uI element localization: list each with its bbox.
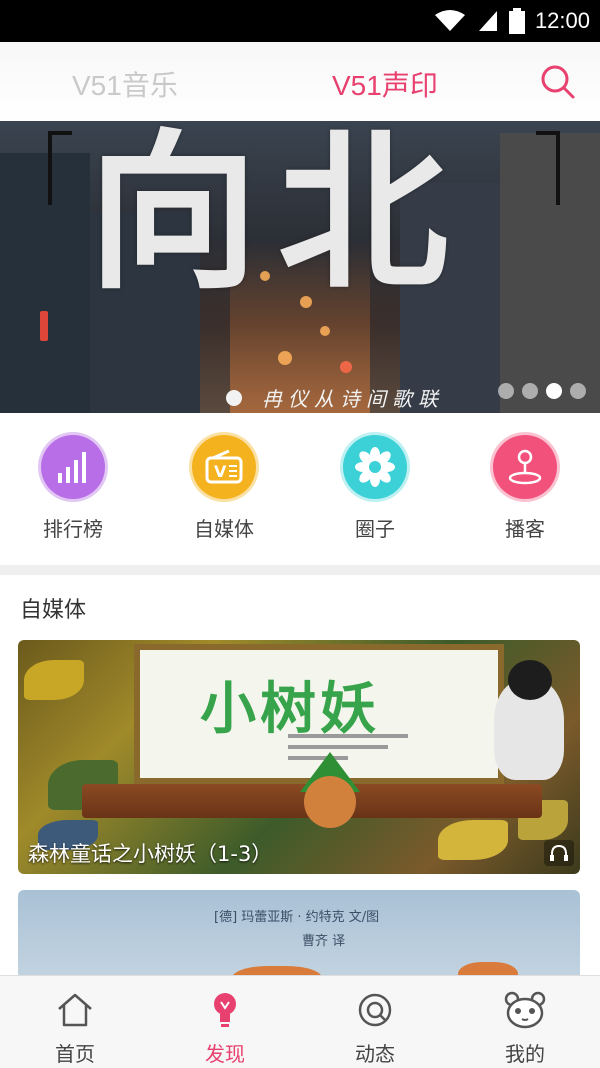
- pager-dot[interactable]: [498, 383, 514, 399]
- panda-face-icon: [504, 991, 546, 1029]
- top-header: V51音乐 V51声印: [0, 42, 600, 122]
- tab-v51-music[interactable]: V51音乐: [72, 64, 178, 104]
- lightbulb-icon: [214, 993, 236, 1027]
- category-label: 圈子: [355, 517, 395, 541]
- wifi-icon: [434, 10, 465, 31]
- category-podcast[interactable]: 播客: [465, 435, 585, 542]
- banner-pager: [498, 383, 586, 399]
- category-ranking[interactable]: 排行榜: [13, 435, 133, 542]
- status-time: 12:00: [534, 8, 590, 33]
- chart-bars-icon: [41, 435, 105, 499]
- tab-v51-voiceprint[interactable]: V51声印: [332, 64, 438, 104]
- card-author-line: [德] 玛蕾亚斯 · 约特克 文/图: [214, 910, 380, 925]
- category-label: 排行榜: [43, 517, 103, 541]
- pager-dot[interactable]: [522, 383, 538, 399]
- book-title: 小树妖: [200, 677, 380, 742]
- nav-label: 动态: [355, 1042, 395, 1066]
- svg-text:V: V: [214, 462, 227, 481]
- pager-dot-active[interactable]: [546, 383, 562, 399]
- nav-discover[interactable]: 发现: [150, 990, 300, 1067]
- flower-icon: [343, 435, 407, 499]
- search-button[interactable]: [538, 62, 578, 102]
- signal-icon: [478, 11, 497, 31]
- category-label: 播客: [505, 517, 545, 541]
- radio-icon: V: [192, 435, 256, 499]
- category-row: 排行榜 V 自媒体 圈子 播客: [0, 413, 600, 565]
- bottom-nav: 首页 发现 动态 我的: [0, 975, 600, 1068]
- nav-feed[interactable]: 动态: [300, 990, 450, 1067]
- podcast-person-icon: [493, 435, 557, 499]
- nav-label: 首页: [55, 1042, 95, 1066]
- category-label: 自媒体: [194, 517, 254, 541]
- chat-bubble-icon: [358, 993, 392, 1027]
- search-icon: [541, 65, 575, 99]
- section-divider: [0, 565, 600, 575]
- home-icon: [58, 993, 92, 1027]
- pager-dot[interactable]: [570, 383, 586, 399]
- banner-subtitle: 冉仪从诗间歌联: [262, 387, 444, 411]
- card-caption: 森林童话之小树妖（1-3）: [28, 842, 273, 866]
- nav-profile[interactable]: 我的: [450, 990, 600, 1067]
- hero-banner[interactable]: 向北 冉仪从诗间歌联: [0, 121, 600, 413]
- status-bar: 12:00: [0, 0, 600, 42]
- nav-label: 我的: [505, 1042, 545, 1066]
- category-circle[interactable]: 圈子: [315, 435, 435, 542]
- battery-icon: [508, 8, 525, 34]
- media-card[interactable]: 小树妖 森林童话之小树妖（1-3）: [18, 640, 580, 874]
- banner-title: 向北: [88, 121, 469, 313]
- nav-home[interactable]: 首页: [0, 990, 150, 1067]
- section-title: 自媒体: [20, 598, 87, 623]
- category-self-media[interactable]: V 自媒体: [164, 435, 284, 542]
- nav-label: 发现: [205, 1042, 245, 1066]
- card-translator-line: 曹齐 译: [302, 934, 346, 949]
- headphone-icon[interactable]: [544, 840, 574, 866]
